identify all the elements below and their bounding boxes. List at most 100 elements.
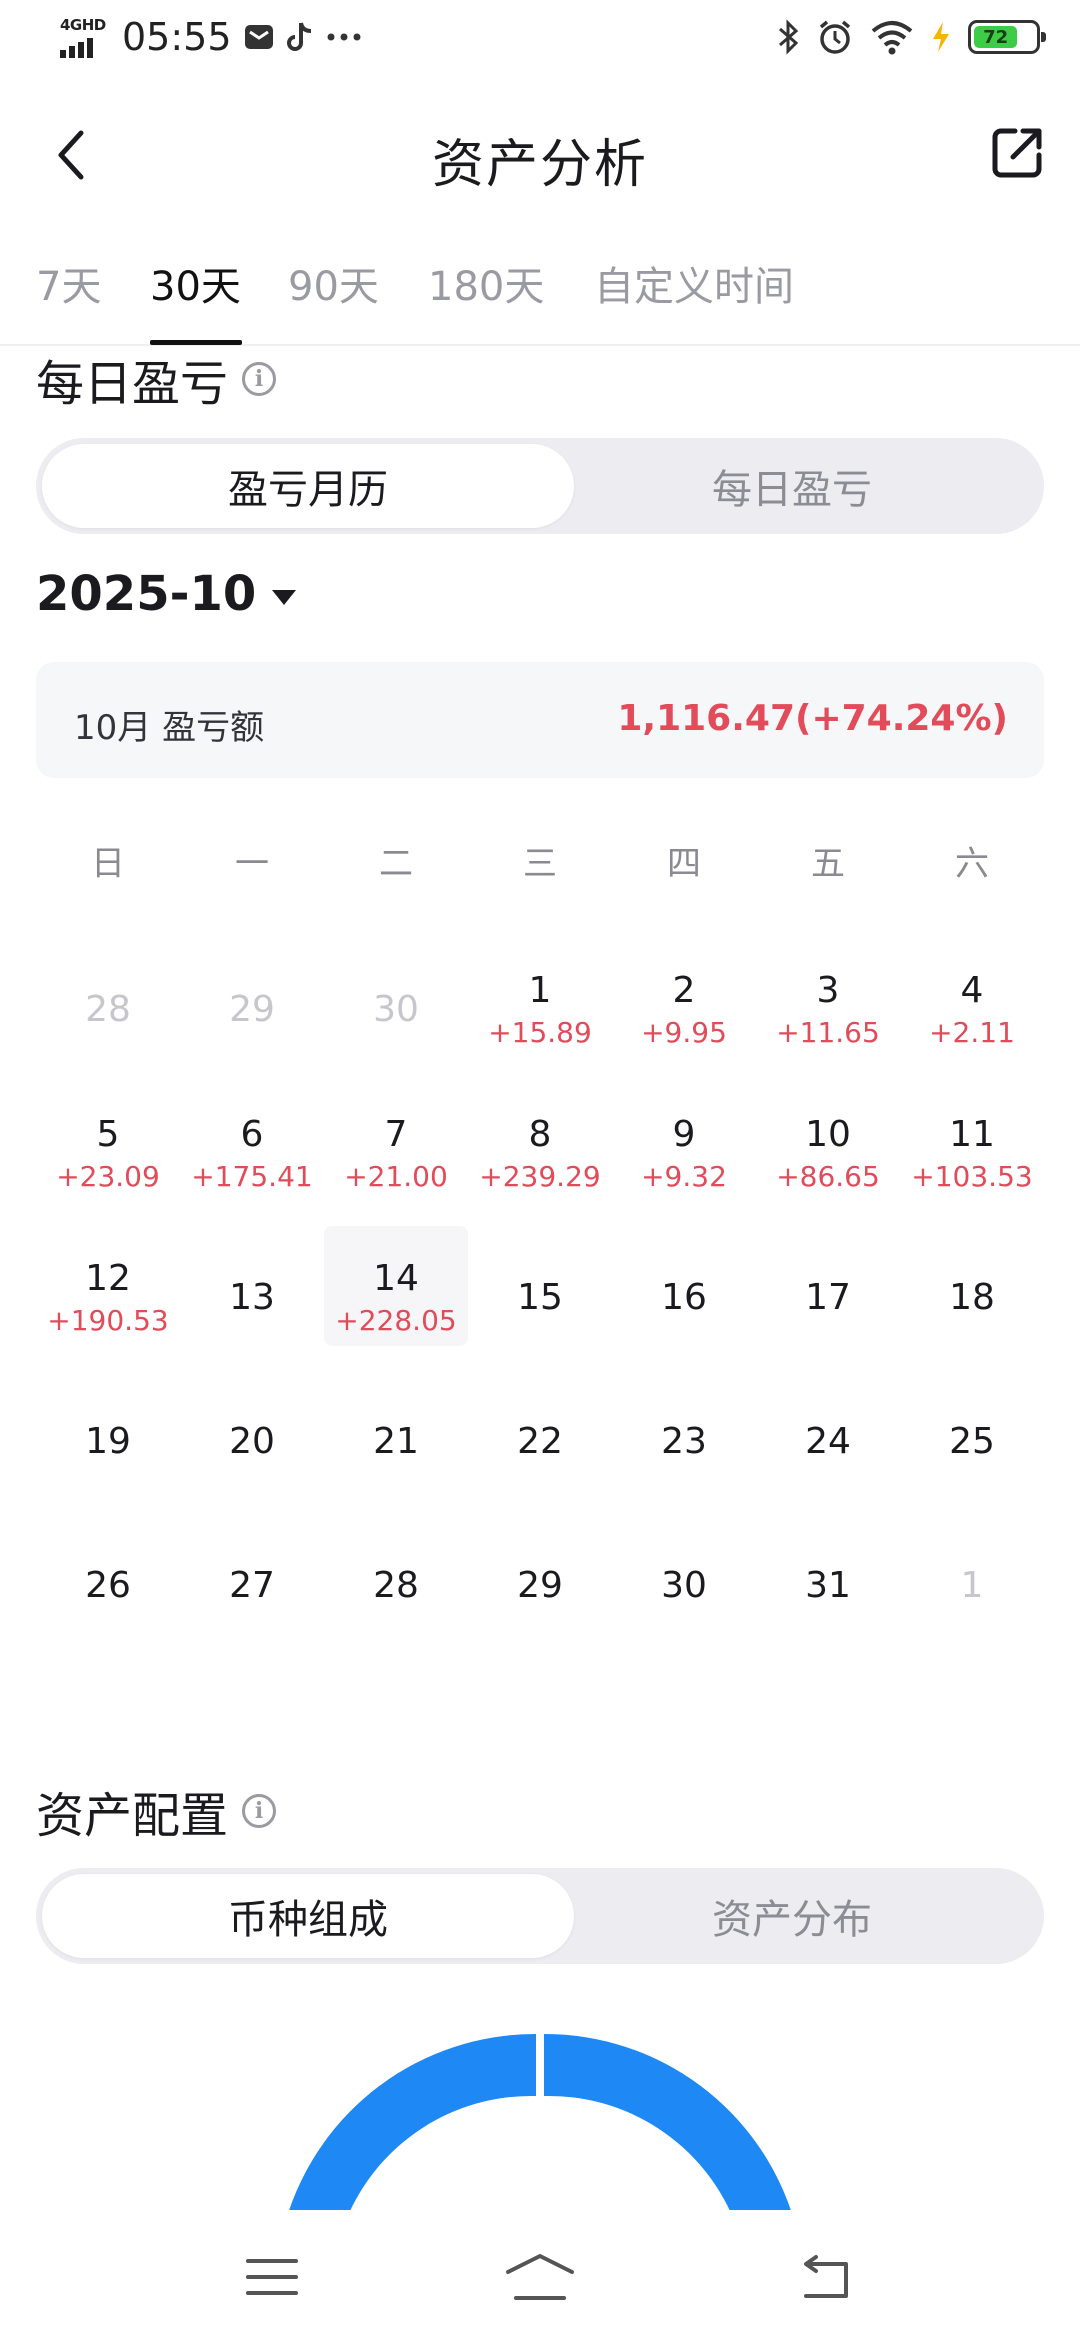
calendar-day[interactable]: 29 [468,1514,612,1658]
wifi-icon [871,21,913,55]
selected-month: 2025-10 [36,566,257,622]
weekday-label: 六 [955,844,989,884]
calendar-day[interactable]: 19 [36,1370,180,1514]
segment-currency-composition[interactable]: 币种组成 [42,1874,574,1958]
info-icon[interactable]: i [242,362,277,396]
pnl-calendar: 28 29 30 1 +15.89 2 +9.95 3 +11.65 4 +2.11 5 +23.09 6… [36,938,1044,1658]
menu-button[interactable] [232,2242,312,2312]
allocation-segment [286,2033,536,2220]
calendar-day[interactable]: 11 +103.53 [900,1082,1044,1226]
asset-allocation-heading: 资产配置 i [36,1776,277,1846]
weekday-label: 二 [379,844,413,884]
home-icon [506,2254,574,2300]
day-pnl-value: +23.09 [56,1160,160,1193]
segment-daily-pnl[interactable]: 每日盈亏 [540,438,1044,534]
calendar-day[interactable]: 28 [324,1514,468,1658]
day-number: 24 [805,1421,851,1462]
more-notifications-icon [327,33,361,41]
asset-allocation-title: 资产配置 [36,1788,229,1844]
calendar-day[interactable]: 12 +190.53 [36,1226,180,1370]
calendar-day[interactable]: 8 +239.29 [468,1082,612,1226]
day-number: 28 [85,989,131,1030]
calendar-day[interactable]: 25 [900,1370,1044,1514]
calendar-day[interactable]: 3 +11.65 [756,938,900,1082]
calendar-day[interactable]: 5 +23.09 [36,1082,180,1226]
calendar-day: 30 [324,938,468,1082]
day-number: 18 [949,1277,995,1318]
weekday-label: 五 [811,844,845,884]
home-button[interactable] [500,2242,580,2312]
charging-icon [933,22,949,52]
calendar-day[interactable]: 23 [612,1370,756,1514]
calendar-day[interactable]: 6 +175.41 [180,1082,324,1226]
calendar-day[interactable]: 17 [756,1226,900,1370]
menu-icon [246,2259,298,2295]
share-button[interactable] [982,118,1052,188]
daily-pnl-heading: 每日盈亏 i [36,344,277,414]
tiktok-icon [286,22,311,51]
day-pnl-value: +11.65 [776,1016,880,1049]
message-icon [244,25,273,49]
alarm-icon [819,20,851,54]
calendar-day: 28 [36,938,180,1082]
status-bar: 4GHD 05:55 72 [0,0,1080,84]
tab-90-days[interactable]: 90天 [288,254,379,312]
calendar-day[interactable]: 18 [900,1226,1044,1370]
day-number: 16 [661,1277,707,1318]
segment-asset-distribution[interactable]: 资产分布 [540,1868,1044,1964]
status-time: 05:55 [122,15,232,59]
weekday-label: 三 [523,844,557,884]
day-number: 28 [373,1565,419,1606]
page-title: 资产分析 [431,135,648,195]
calendar-day[interactable]: 30 [612,1514,756,1658]
back-gesture-icon [804,2255,848,2298]
day-number: 11 [949,1114,995,1155]
day-number: 7 [384,1114,408,1155]
day-number: 15 [517,1277,563,1318]
caret-down-icon [272,589,297,605]
tab-custom-time[interactable]: 自定义时间 [594,254,794,312]
calendar-day[interactable]: 4 +2.11 [900,938,1044,1082]
calendar-day[interactable]: 26 [36,1514,180,1658]
calendar-day[interactable]: 31 [756,1514,900,1658]
calendar-day-today[interactable]: 14 +228.05 [324,1226,468,1370]
day-number: 22 [517,1421,563,1462]
calendar-day[interactable]: 20 [180,1370,324,1514]
day-pnl-value: +175.41 [191,1160,313,1193]
day-pnl-value: +86.65 [776,1160,880,1193]
calendar-day[interactable]: 27 [180,1514,324,1658]
month-selector[interactable]: 2025-10 [36,566,297,622]
day-pnl-value: +21.00 [344,1160,448,1193]
day-number: 17 [805,1277,851,1318]
bluetooth-icon [779,19,799,55]
info-icon[interactable]: i [242,1794,277,1828]
calendar-day[interactable]: 22 [468,1370,612,1514]
calendar-day[interactable]: 21 [324,1370,468,1514]
tab-180-days[interactable]: 180天 [428,254,544,312]
calendar-day[interactable]: 2 +9.95 [612,938,756,1082]
return-button[interactable] [784,2242,864,2312]
calendar-day[interactable]: 24 [756,1370,900,1514]
day-number: 25 [949,1421,995,1462]
calendar-day[interactable]: 9 +9.32 [612,1082,756,1226]
calendar-day[interactable]: 13 [180,1226,324,1370]
weekday-label: 四 [667,844,701,884]
day-number: 30 [661,1565,707,1606]
tab-7-days[interactable]: 7天 [36,254,101,312]
time-range-tabs: 7天 30天 90天 180天 自定义时间 [0,240,1080,346]
day-number: 23 [661,1421,707,1462]
system-nav-bar [0,2210,1080,2340]
day-number: 13 [229,1277,275,1318]
calendar-day[interactable]: 15 [468,1226,612,1370]
segment-pnl-calendar[interactable]: 盈亏月历 [42,444,574,528]
calendar-day[interactable]: 16 [612,1226,756,1370]
calendar-day[interactable]: 7 +21.00 [324,1082,468,1226]
allocation-view-toggle: 资产分布 币种组成 [36,1868,1044,1964]
tab-30-days[interactable]: 30天 [150,254,241,312]
summary-value: 1,116.47(+74.24%) [617,698,1008,739]
day-number: 1 [528,970,552,1011]
calendar-day[interactable]: 10 +86.65 [756,1082,900,1226]
calendar-day[interactable]: 1 +15.89 [468,938,612,1082]
day-number: 31 [805,1565,851,1606]
battery-level: 72 [983,26,1009,48]
